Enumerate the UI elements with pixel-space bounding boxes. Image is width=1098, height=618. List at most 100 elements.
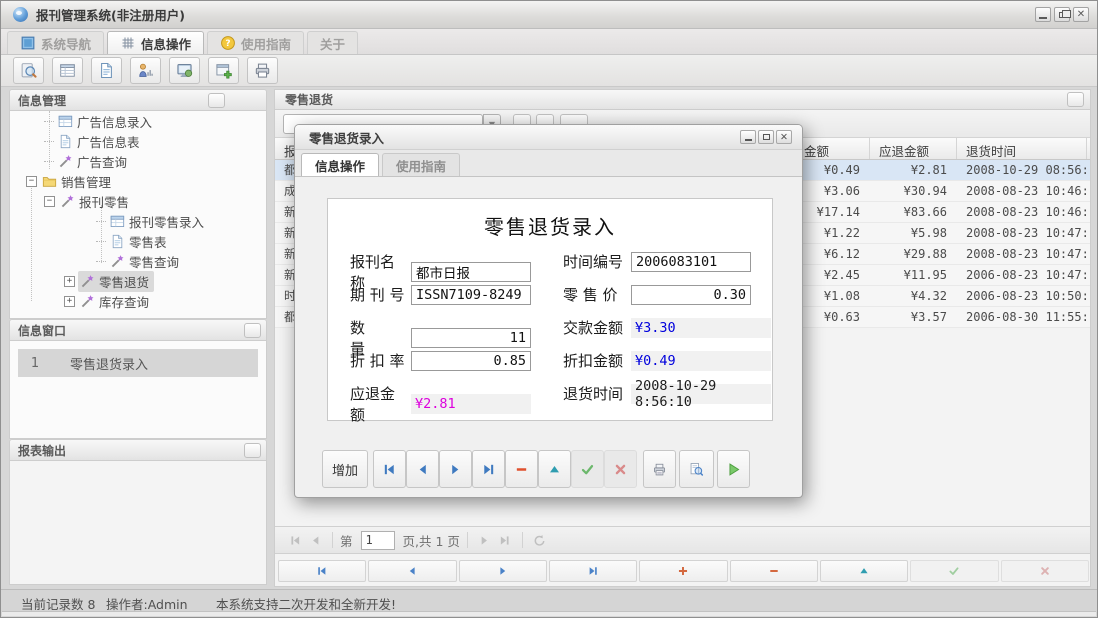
grid-node-icon	[58, 114, 73, 129]
expand-node-toggle[interactable]: +	[64, 276, 75, 287]
field-label: 交款金额	[563, 317, 627, 338]
dialog-maximize-button[interactable]	[758, 130, 774, 144]
sidebar-item-6[interactable]: 报刊零售录入	[10, 211, 266, 231]
collapse-node-toggle[interactable]: −	[26, 176, 37, 187]
grid-edit-record-button[interactable]	[820, 560, 908, 582]
grid-delete-record-button[interactable]	[730, 560, 818, 582]
dialog-title-bar[interactable]: 零售退货录入 ✕	[295, 125, 802, 150]
grid-column-header-4[interactable]: 退货时间	[957, 138, 1087, 159]
field-label: 零 售 价	[563, 284, 627, 305]
last-icon	[481, 462, 496, 477]
cell-empty	[1087, 223, 1096, 243]
dialog-close-button[interactable]: ✕	[776, 130, 792, 144]
sidebar-item-4[interactable]: − 销售管理	[10, 171, 266, 191]
expand-node-toggle[interactable]: +	[64, 296, 75, 307]
dialog-cancel-button[interactable]	[604, 450, 637, 488]
dialog-prev-button[interactable]	[406, 450, 439, 488]
minimize-button[interactable]	[1035, 7, 1051, 22]
dialog-tab-1[interactable]: 信息操作	[301, 153, 379, 176]
dialog-confirm-button[interactable]	[571, 450, 604, 488]
preview-icon	[689, 462, 704, 477]
list-item-index: 1	[18, 356, 52, 371]
search-preview-button[interactable]	[13, 57, 44, 84]
user-report-button[interactable]	[130, 57, 161, 84]
retail-price-field[interactable]	[631, 285, 751, 305]
tree-node-label: 销售管理	[61, 172, 111, 191]
dialog-next-button[interactable]	[439, 450, 472, 488]
dialog-run-button[interactable]	[717, 450, 750, 488]
table-view-button[interactable]	[52, 57, 83, 84]
page-next-button[interactable]	[475, 530, 495, 550]
collapse-sidebar-button[interactable]	[208, 93, 225, 108]
open-window-list-item[interactable]: 1零售退货录入	[18, 349, 258, 377]
issue-number-field[interactable]	[411, 285, 531, 305]
field-label: 应退金额	[350, 383, 407, 425]
sidebar-item-1[interactable]: 广告信息录入	[10, 111, 266, 131]
menu-tab-3[interactable]: ?使用指南	[207, 31, 304, 54]
grid-column-header-3[interactable]: 应退金额	[870, 138, 957, 159]
monitor-button[interactable]	[169, 57, 200, 84]
dialog-last-button[interactable]	[472, 450, 505, 488]
grid-confirm-button[interactable]	[910, 560, 998, 582]
collapse-main-panel-button[interactable]	[1067, 92, 1084, 107]
dialog-add-button[interactable]: 增加	[322, 450, 368, 488]
discount-rate-field[interactable]	[411, 351, 531, 371]
dialog-preview-button[interactable]	[679, 450, 714, 488]
refresh-panel-button[interactable]	[247, 93, 261, 107]
quantity-field[interactable]	[411, 328, 531, 348]
sidebar-item-8[interactable]: 零售查询	[10, 251, 266, 271]
navigation-tree: 广告信息录入广告信息表广告查询−销售管理−报刊零售报刊零售录入零售表零售查询+零…	[9, 111, 267, 319]
grid-add-record-button[interactable]	[639, 560, 727, 582]
tree-connector	[44, 161, 54, 162]
dialog-edit-button[interactable]	[538, 450, 571, 488]
sidebar-item-9[interactable]: +零售退货	[10, 271, 266, 291]
dialog-delete-button[interactable]	[505, 450, 538, 488]
sidebar-item-2[interactable]: 广告信息表	[10, 131, 266, 151]
page-count-label: 页,共 1 页	[403, 531, 460, 550]
dialog-tab-2[interactable]: 使用指南	[382, 153, 460, 176]
menu-tab-4[interactable]: 关于	[307, 31, 358, 54]
cell-return-time: 2008-10-29 08:56:10	[957, 160, 1087, 180]
separator	[522, 532, 523, 548]
main-toolbar	[1, 55, 1097, 87]
new-window-button[interactable]	[208, 57, 239, 84]
time-code-field[interactable]	[631, 252, 751, 272]
collapse-node-toggle[interactable]: −	[44, 196, 55, 207]
sidebar-item-7[interactable]: 零售表	[10, 231, 266, 251]
page-first-button[interactable]	[285, 530, 305, 550]
grid-last-record-button[interactable]	[549, 560, 637, 582]
page-number-input[interactable]	[361, 531, 395, 550]
printer-button[interactable]	[247, 57, 278, 84]
tb_table-icon	[59, 62, 76, 79]
add-panel-button[interactable]	[229, 93, 243, 107]
publication-name-field[interactable]	[411, 262, 531, 282]
collapse-report-button[interactable]	[244, 443, 261, 458]
dialog-print-button[interactable]	[643, 450, 676, 488]
app-logo-icon	[13, 7, 28, 22]
sidebar-item-3[interactable]: 广告查询	[10, 151, 266, 171]
document-button[interactable]	[91, 57, 122, 84]
sidebar-item-10[interactable]: +库存查询	[10, 291, 266, 311]
page-refresh-button[interactable]	[530, 530, 550, 550]
dialog-minimize-button[interactable]	[740, 130, 756, 144]
grid-first-record-button[interactable]	[278, 560, 366, 582]
sidebar-item-5[interactable]: −报刊零售	[10, 191, 266, 211]
collapse-info-window-button[interactable]	[244, 323, 261, 338]
close-button[interactable]: ✕	[1073, 7, 1089, 22]
field-label: 退货时间	[563, 383, 627, 404]
grid-column-header[interactable]	[1087, 138, 1097, 159]
dialog-first-button[interactable]	[373, 450, 406, 488]
cell-return-time: 2006-08-23 10:47:13	[957, 265, 1087, 285]
menu-tab-1[interactable]: 系统导航	[7, 31, 104, 54]
restore-button[interactable]	[1054, 7, 1070, 22]
menu-tab-2[interactable]: 信息操作	[107, 31, 204, 54]
page-last-button[interactable]	[495, 530, 515, 550]
grid-next-record-button[interactable]	[459, 560, 547, 582]
report-output-title: 报表输出	[18, 442, 66, 459]
page-prev-button[interactable]	[305, 530, 325, 550]
check-icon	[580, 462, 595, 477]
grid-cancel-button[interactable]	[1001, 560, 1089, 582]
tree-node-body: 广告信息表	[56, 131, 145, 152]
grid-prev-record-button[interactable]	[368, 560, 456, 582]
next-icon	[478, 534, 491, 547]
